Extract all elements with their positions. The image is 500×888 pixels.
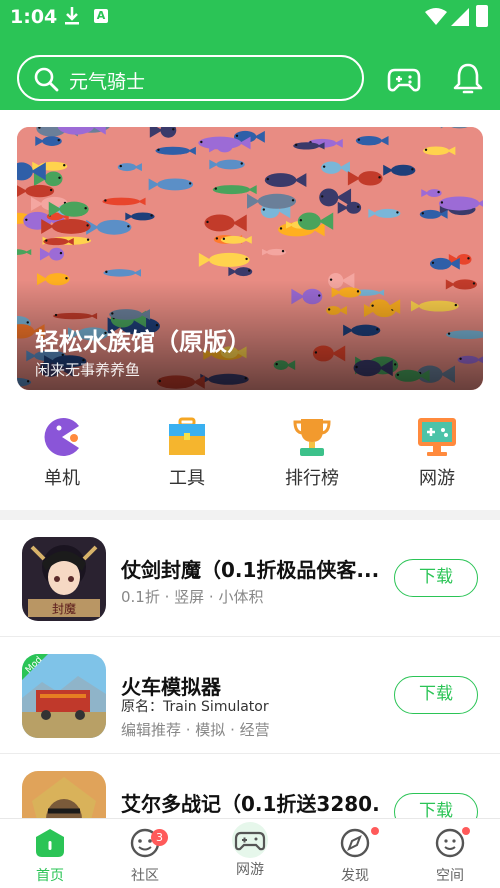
notification-dot (462, 827, 470, 835)
featured-banner[interactable]: 轻松水族馆（原版） 闲来无事养养鱼 (17, 127, 483, 390)
download-button[interactable]: 下载 (394, 676, 478, 714)
bell-icon[interactable] (450, 60, 486, 96)
nav-label: 发现 (341, 868, 369, 884)
game-original-name: 原名：Train Simulator (121, 699, 269, 715)
game-row[interactable]: Mod 火车模拟器 原名：Train Simulator 编辑推荐 · 模拟 ·… (0, 637, 500, 754)
notification-badge: 3 (151, 829, 168, 846)
monitor-gamepad-icon (418, 418, 456, 456)
category-single-player[interactable]: 单机 (12, 410, 112, 490)
nav-home[interactable]: 首页 (0, 827, 100, 885)
search-icon (34, 67, 59, 92)
toolbox-icon (169, 417, 205, 455)
svg-text:封魔: 封魔 (52, 601, 76, 616)
game-title: 仗剑封魔（0.1折极品侠客... (121, 558, 380, 582)
game-thumbnail: Mod (22, 654, 106, 738)
status-bar: 1:04 A (0, 0, 500, 34)
nav-label: 首页 (36, 868, 64, 884)
category-shortcuts: 单机 工具 排行榜 网游 (0, 410, 500, 500)
nav-space[interactable]: 空间 (400, 827, 500, 885)
status-time: 1:04 (10, 6, 58, 28)
download-icon (65, 7, 79, 25)
game-thumbnail: 封魔 (22, 537, 106, 621)
category-label: 工具 (169, 468, 205, 489)
game-tags: 0.1折 · 竖屏 · 小体积 (121, 588, 264, 606)
category-rankings[interactable]: 排行榜 (262, 410, 362, 490)
game-row[interactable]: 封魔 仗剑封魔（0.1折极品侠客... 0.1折 · 竖屏 · 小体积 下载 (0, 520, 500, 637)
search-input[interactable]: 元气骑士 (69, 67, 145, 94)
compass-icon (340, 828, 370, 858)
search-bar[interactable]: 元气骑士 (17, 55, 364, 101)
wifi-icon (425, 8, 447, 25)
bottom-navigation: 首页 3 社区 网游 发现 空间 (0, 818, 500, 888)
gamepad-icon[interactable] (386, 60, 422, 96)
category-online-games[interactable]: 网游 (387, 410, 487, 490)
nav-label: 网游 (236, 862, 264, 878)
nav-online-games[interactable]: 网游 (200, 822, 300, 879)
app-header: 1:04 A 元气骑士 (0, 0, 500, 110)
nav-community[interactable]: 3 社区 (95, 827, 195, 885)
game-title: 艾尔多战记（0.1折送3280... (121, 792, 381, 816)
notification-dot (371, 827, 379, 835)
category-label: 单机 (44, 468, 80, 489)
app-notification-icon: A (94, 9, 108, 23)
banner-title: 轻松水族馆（原版） (35, 328, 251, 356)
battery-icon (476, 5, 488, 27)
nav-label: 社区 (131, 868, 159, 884)
signal-icon (451, 8, 469, 26)
category-label: 网游 (419, 468, 455, 489)
game-tags: 编辑推荐 · 模拟 · 经营 (121, 721, 270, 739)
pacman-icon (44, 418, 79, 456)
home-icon (36, 829, 64, 857)
section-divider (0, 510, 500, 520)
banner-subtitle: 闲来无事养养鱼 (35, 361, 141, 379)
category-tools[interactable]: 工具 (137, 410, 237, 490)
trophy-icon (293, 419, 331, 456)
category-label: 排行榜 (285, 468, 339, 489)
nav-discover[interactable]: 发现 (305, 827, 405, 885)
download-button[interactable]: 下载 (394, 559, 478, 597)
gamepad-icon (232, 822, 268, 858)
nav-label: 空间 (436, 868, 464, 884)
